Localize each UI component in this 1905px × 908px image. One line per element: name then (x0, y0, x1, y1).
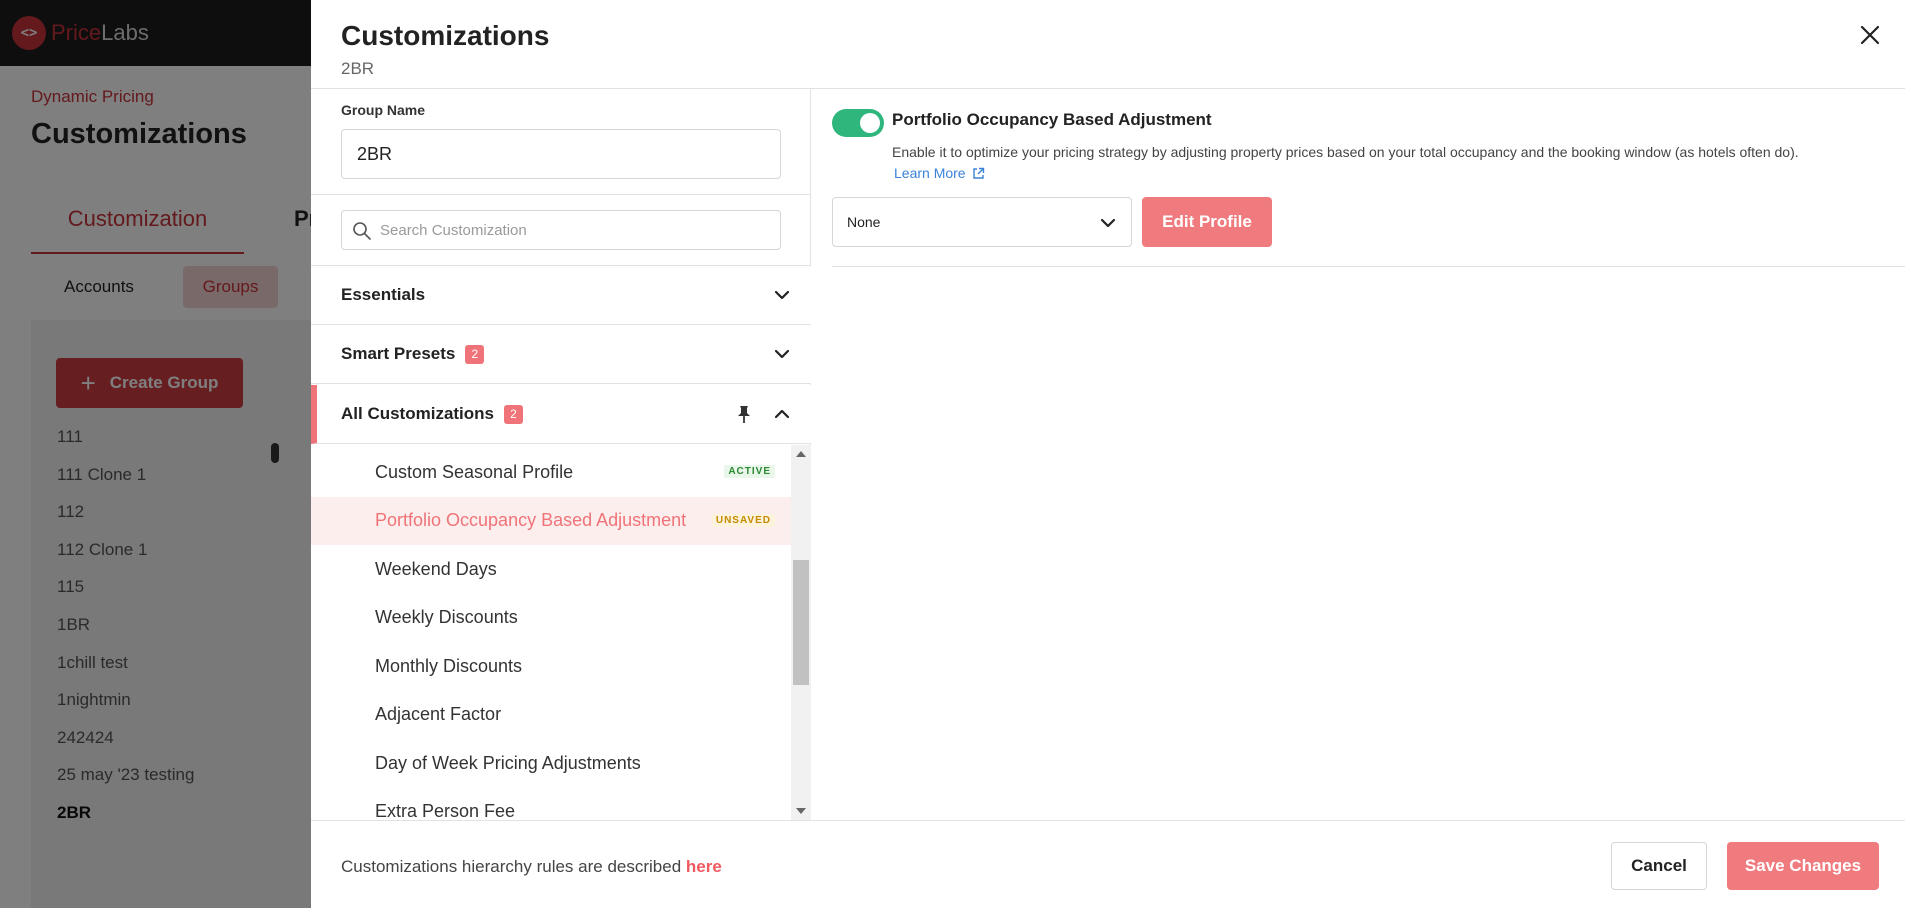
list-scrollbar[interactable] (791, 445, 811, 820)
detail-description: Enable it to optimize your pricing strat… (892, 144, 1799, 160)
section-label: All Customizations (341, 404, 495, 423)
pin-icon[interactable] (735, 404, 753, 424)
scroll-up-icon[interactable] (796, 451, 806, 457)
cancel-button[interactable]: Cancel (1611, 842, 1707, 890)
chevron-down-icon[interactable] (773, 286, 791, 304)
chevron-down-icon[interactable] (773, 345, 791, 363)
chevron-up-icon[interactable] (773, 405, 791, 423)
profile-select[interactable]: None (832, 197, 1132, 247)
toggle-knob (860, 113, 880, 133)
close-icon[interactable] (1857, 22, 1883, 48)
customization-item[interactable]: Weekly Discounts (311, 594, 793, 643)
customization-item-label: Custom Seasonal Profile (375, 461, 574, 482)
customization-item-label: Portfolio Occupancy Based Adjustment (375, 510, 687, 531)
footer-text: Customizations hierarchy rules are descr… (341, 857, 722, 877)
section-essentials[interactable]: Essentials (311, 266, 811, 325)
section-label: Smart Presets (341, 344, 456, 363)
count-badge: 2 (465, 344, 485, 364)
customization-item[interactable]: Extra Person Fee (311, 788, 793, 820)
customization-item-label: Extra Person Fee (375, 801, 516, 820)
save-changes-button[interactable]: Save Changes (1727, 842, 1879, 890)
scroll-down-icon[interactable] (796, 808, 806, 814)
search-input[interactable] (380, 211, 775, 249)
customization-list: Custom Seasonal Profile ACTIVE Portfolio O… (311, 445, 811, 820)
customization-detail: Portfolio Occupancy Based Adjustment Ena… (812, 89, 1905, 820)
search-icon (352, 221, 372, 241)
customization-item[interactable]: Monthly Discounts (311, 642, 793, 691)
section-label: Essentials (341, 285, 426, 304)
learn-more-link[interactable]: Learn More (894, 165, 985, 181)
customization-list-items: Custom Seasonal Profile ACTIVE Portfolio O… (311, 448, 793, 820)
status-badge: ACTIVE (724, 465, 775, 478)
profile-select-value: None (847, 214, 881, 230)
edit-profile-button[interactable]: Edit Profile (1142, 197, 1272, 247)
hierarchy-rules-link[interactable]: here (686, 857, 722, 876)
scroll-thumb[interactable] (793, 560, 809, 685)
search-box[interactable] (341, 210, 781, 250)
status-badge: UNSAVED (711, 513, 775, 527)
customization-item-label: Adjacent Factor (375, 704, 502, 725)
divider (832, 266, 1905, 267)
customization-item-label: Day of Week Pricing Adjustments (375, 752, 641, 773)
customization-item-label: Monthly Discounts (375, 655, 523, 676)
drawer-title: Customizations (341, 20, 550, 51)
customizations-drawer: Customizations 2BR Group Name Essentials… (311, 0, 1905, 908)
section-smart-presets[interactable]: Smart Presets 2 (311, 325, 811, 384)
customization-item[interactable]: Adjacent Factor (311, 691, 793, 740)
drawer-subtitle: 2BR (341, 59, 375, 78)
customization-sidebar: Group Name Essentials Smart Presets 2 Al… (311, 89, 811, 820)
count-badge: 2 (504, 404, 524, 424)
footer-divider (311, 820, 1905, 821)
external-link-icon (972, 167, 985, 180)
detail-title: Portfolio Occupancy Based Adjustment (892, 110, 1212, 129)
customization-item[interactable]: Weekend Days (311, 545, 793, 594)
group-name-input[interactable] (341, 129, 781, 179)
customization-item[interactable]: Custom Seasonal Profile ACTIVE (311, 448, 793, 497)
customization-item[interactable]: Portfolio Occupancy Based Adjustment UNSA… (311, 496, 793, 545)
chevron-down-icon (1099, 214, 1117, 232)
customization-item-label: Weekly Discounts (375, 607, 518, 628)
enable-toggle[interactable] (832, 109, 884, 137)
divider (311, 194, 811, 195)
section-all-customizations[interactable]: All Customizations 2 (311, 385, 811, 444)
group-name-label: Group Name (341, 102, 426, 118)
customization-item-label: Weekend Days (375, 558, 497, 579)
learn-more-label: Learn More (894, 165, 966, 181)
customization-item[interactable]: Day of Week Pricing Adjustments (311, 739, 793, 788)
footer-text-label: Customizations hierarchy rules are descr… (341, 857, 686, 876)
